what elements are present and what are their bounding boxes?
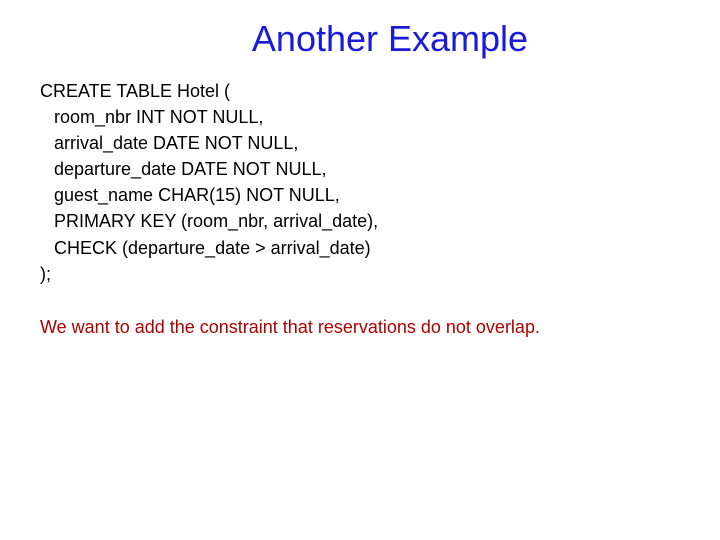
- code-line: CHECK (departure_date > arrival_date): [40, 235, 680, 261]
- code-line: );: [40, 261, 680, 287]
- code-line: PRIMARY KEY (room_nbr, arrival_date),: [40, 208, 680, 234]
- code-line: departure_date DATE NOT NULL,: [40, 156, 680, 182]
- code-line: guest_name CHAR(15) NOT NULL,: [40, 182, 680, 208]
- code-line: arrival_date DATE NOT NULL,: [40, 130, 680, 156]
- constraint-note: We want to add the constraint that reser…: [40, 315, 680, 339]
- code-line: CREATE TABLE Hotel (: [40, 78, 680, 104]
- slide-title: Another Example: [100, 18, 680, 60]
- code-line: room_nbr INT NOT NULL,: [40, 104, 680, 130]
- sql-code-block: CREATE TABLE Hotel ( room_nbr INT NOT NU…: [40, 78, 680, 287]
